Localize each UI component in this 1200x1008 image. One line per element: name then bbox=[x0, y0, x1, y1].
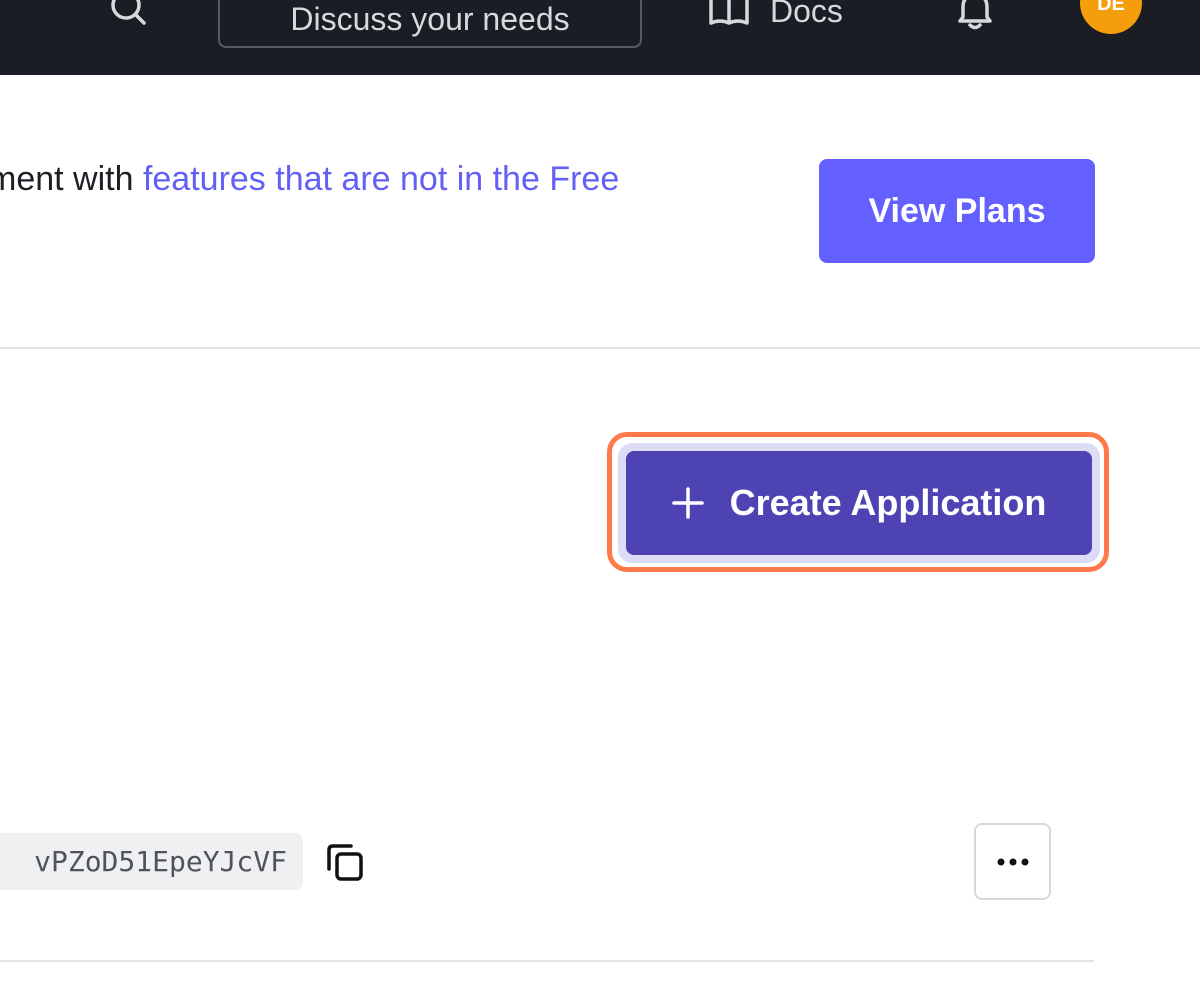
docs-label: Docs bbox=[770, 0, 843, 29]
features-link[interactable]: features that are not in the Free bbox=[143, 160, 619, 198]
bell-icon bbox=[958, 0, 992, 30]
section-divider bbox=[0, 347, 1200, 349]
create-application-button-inner[interactable]: Create Application bbox=[626, 451, 1092, 555]
search-button[interactable] bbox=[106, 0, 152, 34]
avatar-initials: DE bbox=[1097, 0, 1125, 15]
user-avatar[interactable]: DE bbox=[1080, 0, 1142, 34]
client-id-value: vPZoD51EpeYJcVF bbox=[0, 833, 303, 890]
book-icon bbox=[709, 0, 749, 25]
more-options-button[interactable] bbox=[974, 823, 1051, 900]
view-plans-button[interactable]: View Plans bbox=[819, 159, 1095, 263]
ellipsis-icon bbox=[997, 858, 1028, 865]
create-application-button[interactable]: Create Application bbox=[618, 443, 1100, 563]
plus-icon bbox=[671, 487, 704, 519]
discuss-your-needs-button[interactable]: Discuss your needs bbox=[218, 0, 642, 48]
copy-icon bbox=[327, 844, 363, 881]
search-icon bbox=[111, 0, 146, 25]
copy-client-id-button[interactable] bbox=[322, 839, 368, 885]
banner-text-before: ment with bbox=[0, 160, 143, 198]
upgrade-banner-text: ment with features that are not in the F… bbox=[0, 160, 619, 199]
top-navigation-bar: Discuss your needs Docs DE bbox=[0, 0, 1200, 75]
create-application-label: Create Application bbox=[729, 482, 1047, 523]
client-id-text: vPZoD51EpeYJcVF bbox=[34, 845, 287, 878]
notifications-button[interactable] bbox=[952, 0, 998, 34]
row-divider bbox=[0, 960, 1094, 962]
docs-link[interactable]: Docs bbox=[708, 0, 843, 34]
discuss-your-needs-label: Discuss your needs bbox=[290, 0, 570, 37]
